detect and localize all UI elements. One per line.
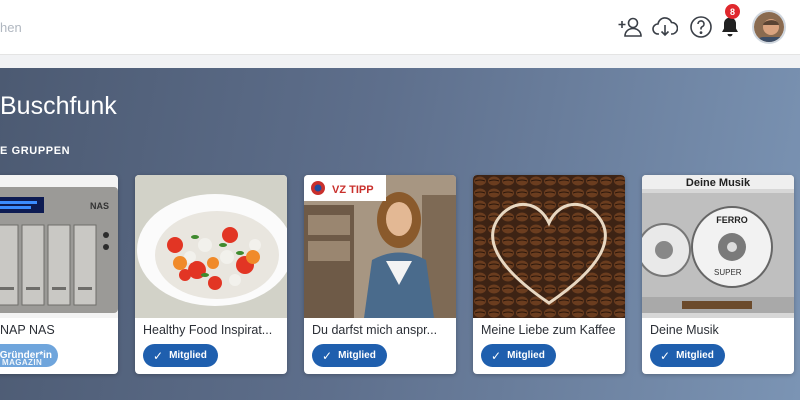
svg-text:Deine Musik: Deine Musik — [686, 177, 751, 189]
group-card[interactable]: Deine Musik FERRO SUPER Deine Musik ✓ Mit… — [642, 175, 794, 374]
smiling-woman-image: VZ TIPP — [304, 175, 456, 318]
section-label: E GRUPPEN — [0, 145, 71, 157]
cloud-download-icon[interactable] — [650, 12, 680, 42]
header-divider — [0, 55, 800, 68]
svg-text:SUPER: SUPER — [714, 268, 742, 277]
cassette-tape-image: Deine Musik FERRO SUPER — [642, 175, 794, 318]
svg-text:NAS: NAS — [90, 201, 109, 211]
search-input[interactable]: hen — [0, 20, 22, 35]
nas-device-image: NAS — [0, 175, 118, 318]
svg-text:VZ TIPP: VZ TIPP — [332, 184, 374, 196]
member-button[interactable]: ✓ Mitglied — [312, 344, 387, 367]
group-title: Deine Musik — [650, 323, 719, 337]
page-title: Buschfunk — [0, 92, 117, 120]
group-title: Du darfst mich anspr... — [312, 323, 438, 337]
group-title: NAP NAS — [0, 323, 55, 337]
member-button[interactable]: ✓ Mitglied — [650, 344, 725, 367]
check-icon: ✓ — [153, 348, 164, 363]
check-icon: ✓ — [491, 348, 502, 363]
group-card[interactable]: VZ TIPP Du darfst mich anspr... ✓ Mitglie… — [304, 175, 456, 374]
group-card[interactable]: Healthy Food Inspirat... ✓ Mitglied — [135, 175, 287, 374]
group-card[interactable]: NAS NAP NAS Gründer*in MAGAZIN — [0, 175, 118, 374]
coffee-heart-image — [473, 175, 625, 318]
avatar[interactable] — [752, 10, 786, 44]
group-title: Healthy Food Inspirat... — [143, 323, 273, 337]
salad-bowl-image — [135, 175, 287, 318]
help-icon[interactable] — [686, 12, 716, 42]
group-title: Meine Liebe zum Kaffee — [481, 323, 616, 337]
svg-text:FERRO: FERRO — [716, 215, 748, 225]
add-contact-icon[interactable] — [616, 12, 646, 42]
magazin-watermark: MAGAZIN — [2, 358, 43, 367]
main-panel: Buschfunk E GRUPPEN NAS NAP NAS Gründer*… — [0, 68, 800, 400]
notification-badge: 8 — [725, 4, 740, 19]
check-icon: ✓ — [322, 348, 333, 363]
member-button[interactable]: ✓ Mitglied — [481, 344, 556, 367]
member-button[interactable]: ✓ Mitglied — [143, 344, 218, 367]
group-card[interactable]: Meine Liebe zum Kaffee ✓ Mitglied — [473, 175, 625, 374]
top-bar: hen 8 — [0, 0, 800, 55]
check-icon: ✓ — [660, 348, 671, 363]
